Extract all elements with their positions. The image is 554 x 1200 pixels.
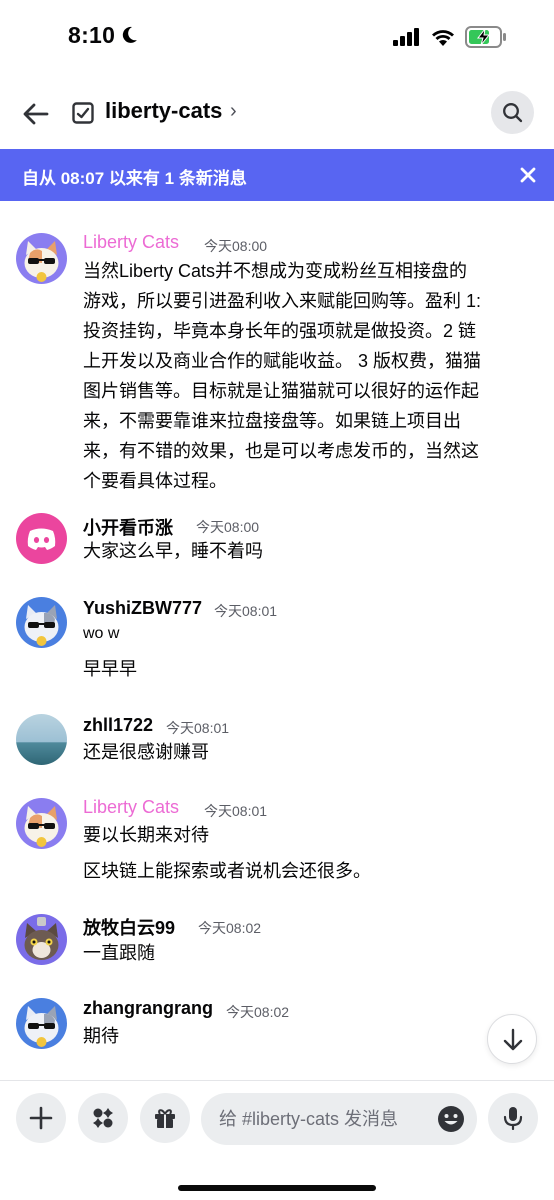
channel-name[interactable]: liberty-cats — [105, 98, 222, 124]
back-arrow-icon[interactable] — [18, 96, 54, 132]
avatar-liberty-cats[interactable] — [16, 233, 67, 284]
battery-charging-icon — [465, 26, 506, 48]
message-timestamp: 今天08:02 — [226, 1004, 290, 1020]
message-line: 游戏，所以要引进盈利收入来赋能回购等。盈利 1: — [83, 291, 482, 311]
jump-to-bottom-button[interactable] — [487, 1014, 537, 1064]
message-line: 图片销售等。目标就是让猫猫就可以很好的运作起 — [83, 381, 479, 401]
avatar-fangmu-baiyun[interactable] — [16, 914, 67, 965]
message-content: wo w — [83, 621, 533, 647]
message-composer — [0, 1080, 554, 1200]
message-line: 区块链上能探索或者说机会还很多。 — [83, 861, 371, 881]
message-line: wo w — [83, 625, 120, 642]
cellular-signal-icon — [393, 28, 419, 46]
gift-button[interactable] — [140, 1093, 190, 1143]
apps-button[interactable] — [78, 1093, 128, 1143]
message-line: 一直跟随 — [83, 943, 155, 963]
message-line: 来，不需要靠谁来拉盘接盘等。如果链上项目出 — [83, 411, 461, 431]
status-bar: 8:10 — [0, 0, 554, 75]
emoji-icon[interactable] — [437, 1105, 465, 1133]
message-timestamp: 今天08:01 — [166, 720, 230, 736]
message-content: 当然Liberty Cats并不想成为变成粉丝互相接盘的 游戏，所以要引进盈利收… — [83, 256, 533, 496]
avatar-zhll1722[interactable] — [16, 714, 67, 765]
message-content: 一直跟随 — [83, 938, 533, 968]
message-input[interactable] — [201, 1093, 477, 1145]
message-content: 早早早 — [83, 654, 533, 684]
message-content: 还是很感谢赚哥 — [83, 737, 533, 767]
message-author[interactable]: zhangrangrang — [83, 998, 213, 1019]
message-timestamp: 今天08:01 — [204, 803, 268, 819]
status-time: 8:10 — [68, 22, 116, 48]
message-author[interactable]: Liberty Cats — [83, 797, 179, 818]
message-author[interactable]: 放牧白云99 — [83, 914, 175, 940]
search-button[interactable] — [491, 91, 534, 134]
message-timestamp: 今天08:01 — [214, 603, 278, 619]
gift-icon — [155, 1109, 175, 1128]
message-line: 投资挂钩，毕竟本身长年的强项就是做投资。2 链 — [83, 321, 477, 341]
forum-channel-icon — [72, 102, 94, 124]
message-line: 还是很感谢赚哥 — [83, 742, 209, 762]
message-author[interactable]: YushiZBW777 — [83, 598, 202, 619]
home-indicator — [178, 1185, 376, 1191]
microphone-icon — [503, 1107, 523, 1130]
message-author[interactable]: zhll1722 — [83, 715, 153, 736]
sparkle-apps-icon — [93, 1108, 113, 1128]
message-content: 区块链上能探索或者说机会还很多。 — [83, 856, 533, 886]
add-attachment-button[interactable] — [16, 1093, 66, 1143]
message-timestamp: 今天08:00 — [196, 519, 260, 535]
message-author[interactable]: Liberty Cats — [83, 232, 179, 253]
arrow-down-icon — [503, 1028, 523, 1051]
avatar-yushizbw777[interactable] — [16, 597, 67, 648]
voice-message-button[interactable] — [488, 1093, 538, 1143]
plus-icon — [29, 1106, 53, 1130]
message-line: 个要看具体过程。 — [83, 471, 227, 491]
message-line: 大家这么早，睡不着吗 — [83, 541, 263, 561]
close-icon[interactable] — [518, 165, 538, 185]
avatar-zhangrangrang[interactable] — [16, 998, 67, 1049]
avatar-liberty-cats[interactable] — [16, 798, 67, 849]
message-line: 要以长期来对待 — [83, 825, 209, 845]
message-line: 期待 — [83, 1026, 119, 1046]
message-line: 当然Liberty Cats并不想成为变成粉丝互相接盘的 — [83, 261, 468, 281]
moon-icon — [122, 26, 137, 43]
message-content: 要以长期来对待 — [83, 820, 533, 850]
message-content: 期待 — [83, 1021, 533, 1051]
discord-logo-icon — [27, 528, 56, 550]
message-line: 早早早 — [83, 659, 137, 679]
search-icon — [503, 103, 523, 123]
message-content: 大家这么早，睡不着吗 — [83, 536, 533, 566]
wifi-icon — [432, 30, 454, 46]
channel-header: liberty-cats › — [0, 80, 554, 146]
message-timestamp: 今天08:00 — [204, 238, 268, 254]
new-messages-text: 自从 08:07 以来有 1 条新消息 — [22, 169, 247, 188]
message-timestamp: 今天08:02 — [198, 920, 262, 936]
new-messages-banner[interactable]: 自从 08:07 以来有 1 条新消息 — [0, 149, 554, 201]
message-line: 来，有不错的效果，也是可以考虑发币的，当然这 — [83, 441, 479, 461]
avatar-default-discord[interactable] — [16, 513, 67, 564]
chevron-right-icon[interactable]: › — [230, 100, 237, 123]
message-line: 上开发以及商业合作的赋能收益。 3 版权费，猫猫 — [83, 351, 482, 371]
